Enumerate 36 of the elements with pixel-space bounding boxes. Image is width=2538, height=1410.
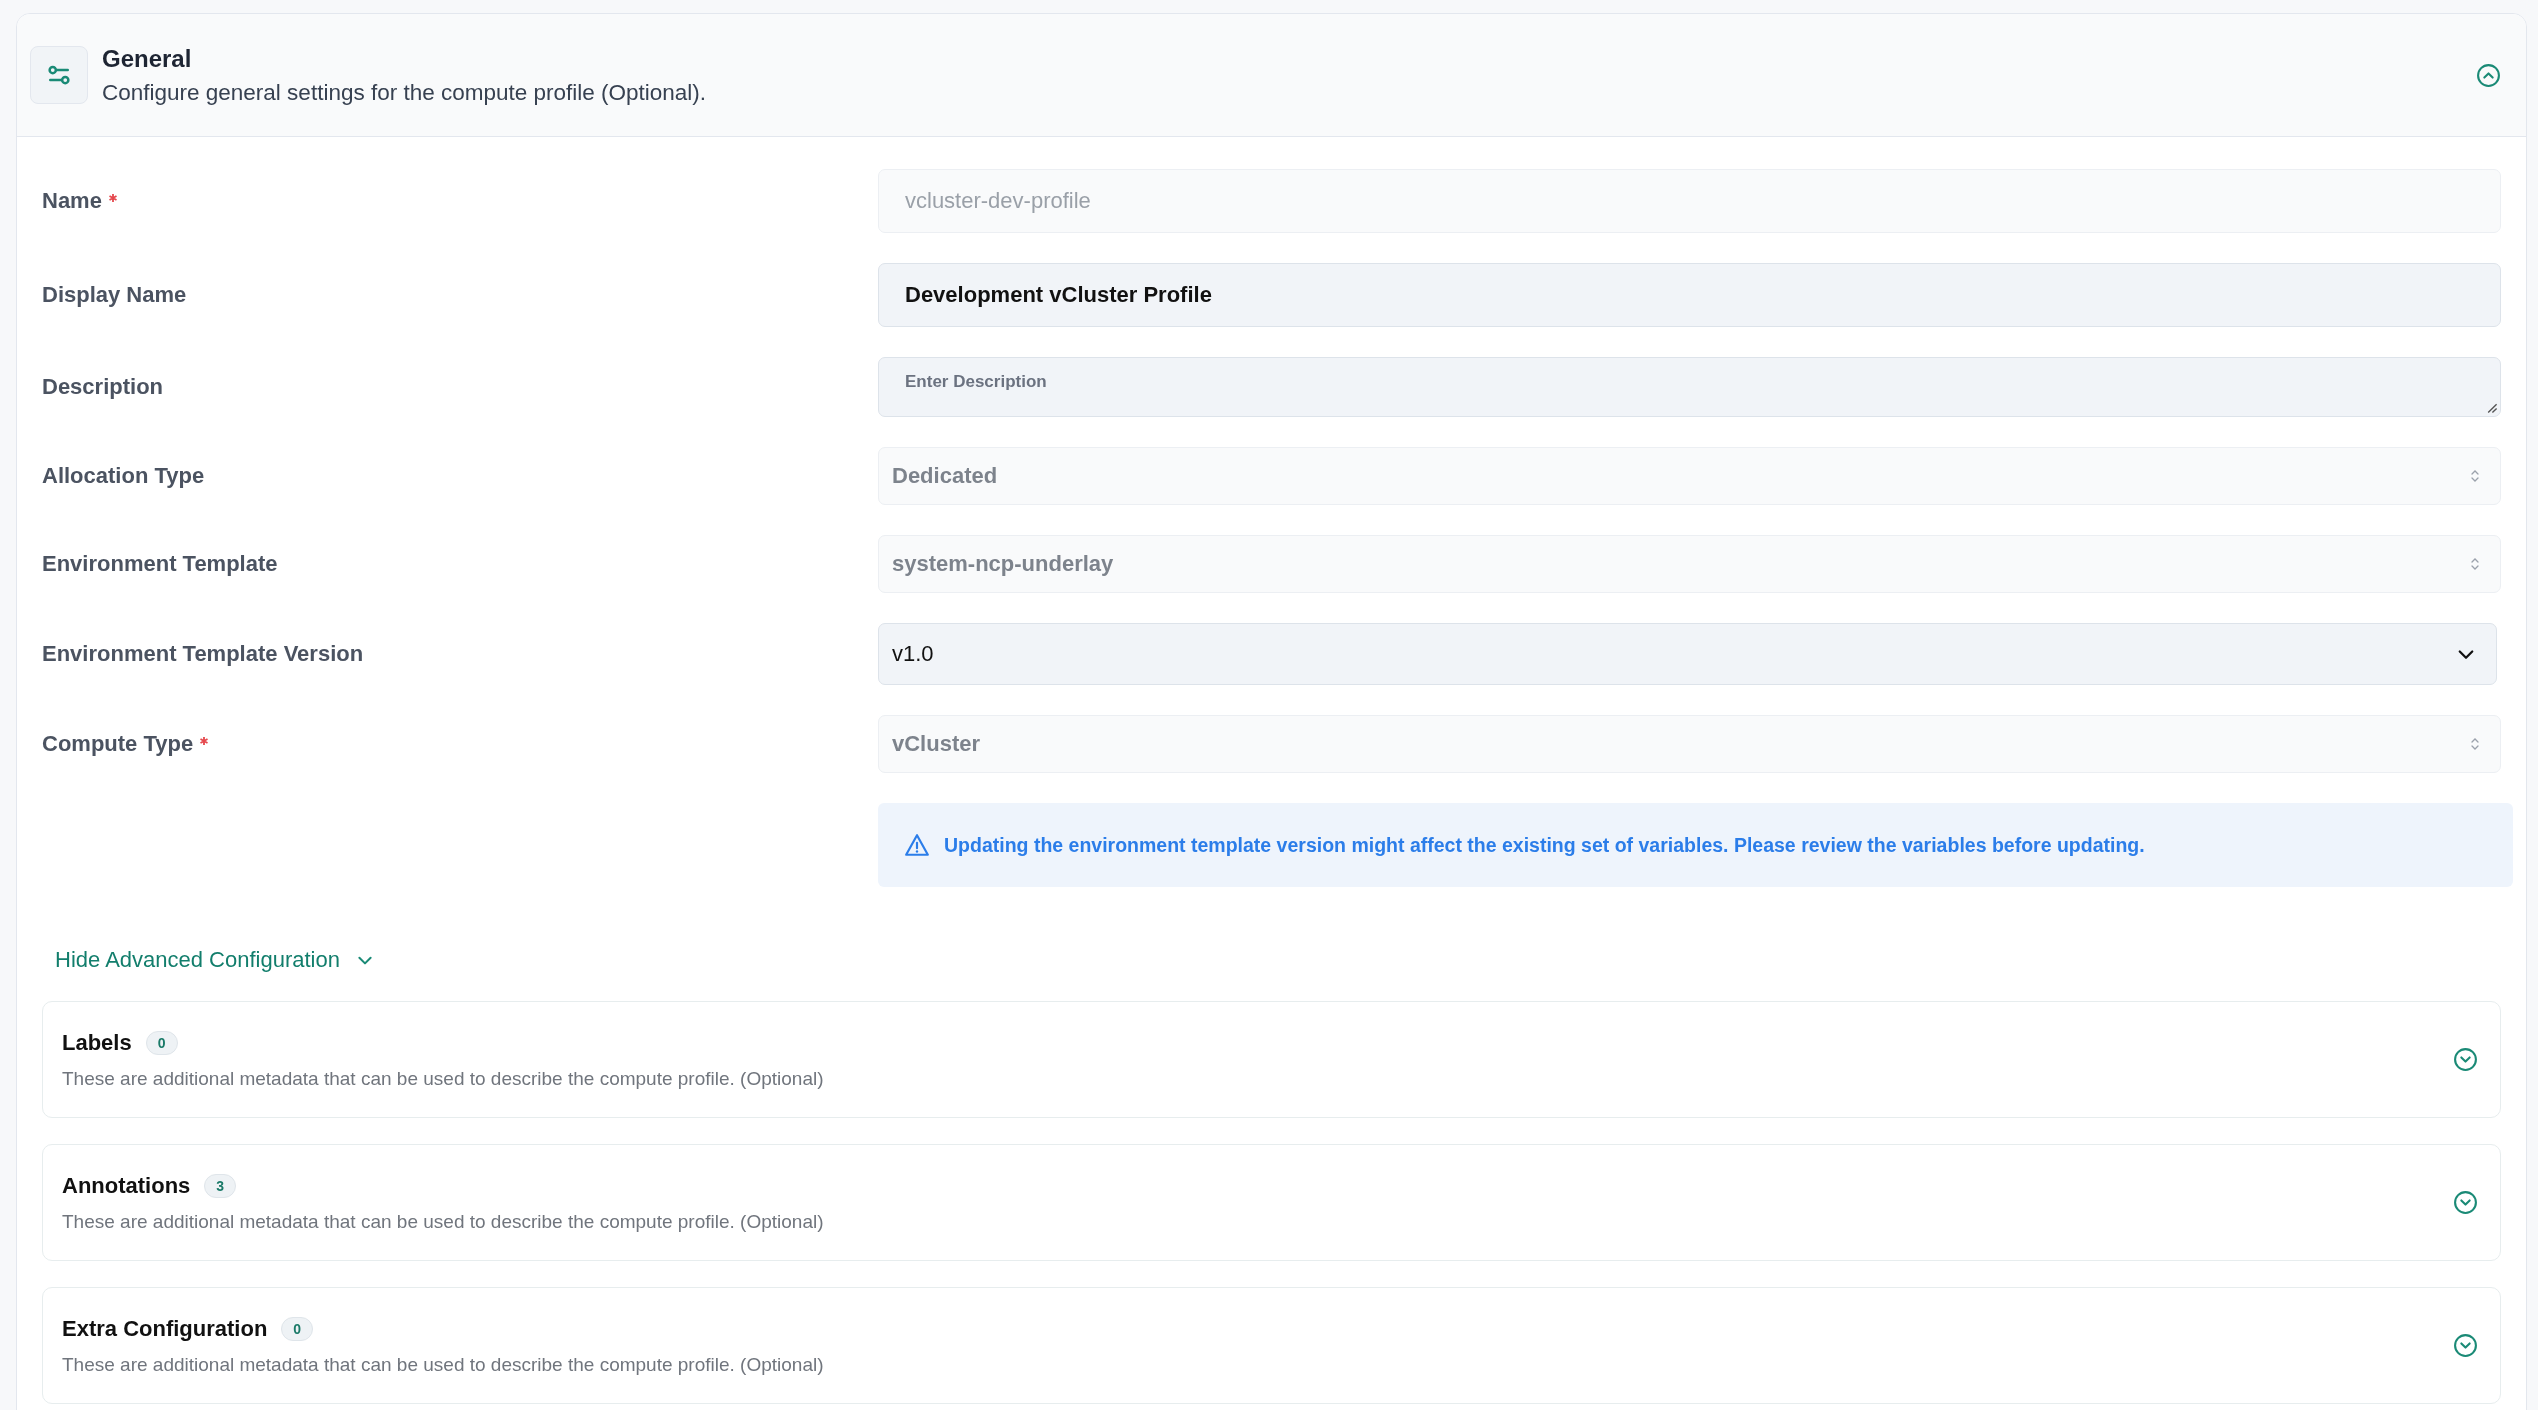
section-title: General <box>102 44 193 74</box>
select-field: Dedicated <box>878 447 2501 505</box>
subsection-title: Annotations <box>62 1172 191 1199</box>
field-label: Display Name <box>42 282 187 308</box>
field-label: Description <box>42 374 164 400</box>
text-field: vcluster-dev-profile <box>878 169 2501 233</box>
select-field: vCluster <box>878 715 2501 773</box>
subsection-description: These are additional metadata that can be used to describe the compute profile. (Optional) <box>62 1353 824 1376</box>
updown-chevron-icon <box>2470 468 2480 484</box>
section-subtitle: Configure general settings for the compute profile (Optional). <box>102 80 708 106</box>
count-badge: 3 <box>204 1173 237 1198</box>
subsection-description: These are additional metadata that can be used to describe the compute profile. (Optional) <box>62 1067 824 1090</box>
expand-icon[interactable] <box>2453 1190 2478 1215</box>
count-badge: 0 <box>281 1316 314 1341</box>
field-label: Allocation Type <box>42 463 205 489</box>
expand-icon[interactable] <box>2453 1047 2478 1072</box>
warning-icon <box>904 832 930 858</box>
subsection-title: Labels <box>62 1029 132 1056</box>
select-field: system-ncp-underlay <box>878 535 2501 593</box>
field-label: Name <box>42 188 102 214</box>
text-field[interactable]: Development vCluster Profile <box>878 263 2501 327</box>
textarea-field[interactable]: Enter Description <box>878 357 2501 417</box>
updown-chevron-icon <box>2470 736 2480 752</box>
expand-icon[interactable] <box>2453 1333 2478 1358</box>
collapse-icon[interactable] <box>2476 62 2501 88</box>
field-label: Environment Template Version <box>42 641 364 667</box>
subsection-description: These are additional metadata that can be used to describe the compute profile. (Optional) <box>62 1210 824 1233</box>
field-label: Environment Template <box>42 551 278 577</box>
subsection-title: Extra Configuration <box>62 1315 268 1342</box>
sliders-icon <box>30 46 88 104</box>
field-label: Compute Type <box>42 731 194 757</box>
select-field[interactable]: v1.0 <box>878 623 2497 685</box>
updown-chevron-icon <box>2470 556 2480 572</box>
count-badge: 0 <box>145 1030 178 1055</box>
alert-text: Updating the environment template version might affect the existing set of variables. Please review the variables before updating. <box>944 833 2145 857</box>
advanced-toggle-link[interactable]: Hide Advanced Configuration <box>55 947 374 973</box>
